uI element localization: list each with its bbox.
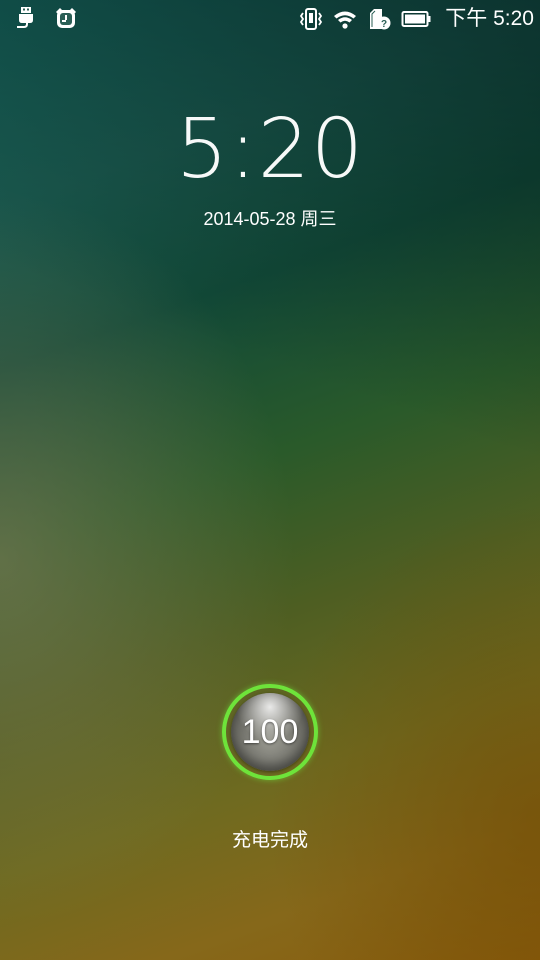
battery-level-text: 100 (241, 713, 299, 751)
lockscreen-clock: 5:20 (175, 102, 365, 197)
wifi-icon (333, 7, 357, 31)
status-bar-left (14, 6, 78, 30)
status-bar-right: ? 下午 5:20 (299, 6, 534, 32)
sim-unknown-icon: ? (367, 7, 391, 31)
charge-status-text: 充电完成 (231, 829, 308, 851)
status-bar-time: 下午 5:20 (445, 7, 534, 30)
vibrate-icon (299, 7, 323, 31)
battery-icon (401, 7, 431, 31)
lockscreen-date: 2014-05-28 周三 (203, 209, 337, 229)
svg-text:?: ? (381, 19, 387, 30)
lock-screen: ? 下午 5:20 5:20 2014-05-28 周三 100 充电完成 (0, 0, 540, 960)
alarm-clock-icon (54, 6, 78, 30)
battery-charge-indicator: 100 (222, 684, 318, 780)
usb-icon (14, 6, 38, 30)
status-bar: ? 下午 5:20 (0, 0, 540, 38)
